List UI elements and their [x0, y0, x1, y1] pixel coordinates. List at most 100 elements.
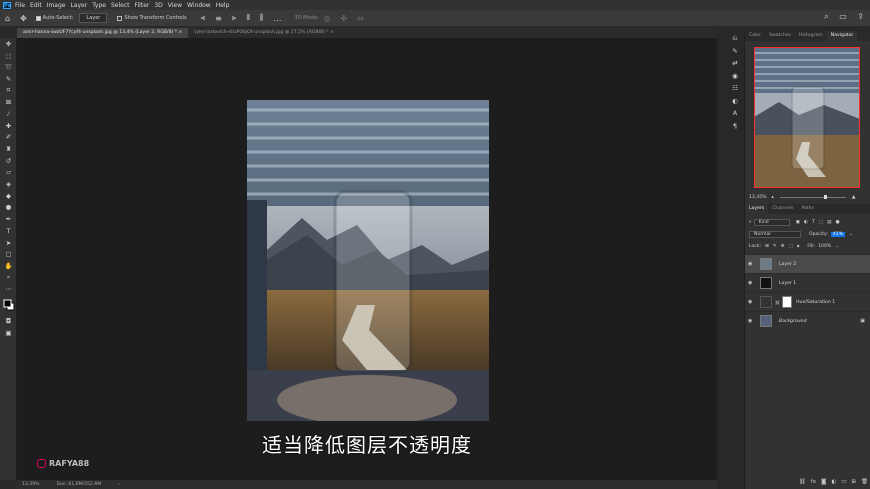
new-group-icon[interactable]: ▭ [841, 479, 846, 485]
tab-histogram[interactable]: Histogram [795, 31, 827, 41]
eyedropper-tool-icon[interactable]: ⁄ [0, 108, 17, 120]
tab-document-2[interactable]: tyler-lastovich-ehzPObjOt-unsplash.jpg @… [188, 28, 340, 38]
history-panel-icon[interactable]: ⎌ [727, 32, 743, 45]
tab-layers[interactable]: Layers [745, 204, 769, 214]
lock-position-icon[interactable]: ✥ [781, 244, 785, 249]
more-options-icon[interactable]: … [274, 14, 282, 23]
marquee-tool-icon[interactable]: ⬚ [0, 50, 17, 62]
paint-bucket-tool-icon[interactable]: ◈ [0, 178, 17, 190]
zoom-slider[interactable] [779, 194, 846, 199]
show-transform-checkbox[interactable] [117, 15, 123, 21]
color-swatches-icon[interactable] [0, 295, 17, 315]
type-tool-icon[interactable]: T [0, 225, 17, 237]
healing-brush-tool-icon[interactable]: ✚ [0, 120, 17, 132]
tab-document-1[interactable]: amir-hanna-swzUF7Ycyf4-unsplash.jpg @ 13… [17, 28, 189, 38]
layer-row-hue-saturation[interactable]: ◉ ⛓ Hue/Saturation 1 [745, 292, 870, 311]
history-brush-tool-icon[interactable]: ↺ [0, 155, 17, 167]
auto-select-dropdown[interactable]: Layer [79, 13, 108, 23]
brush-tool-icon[interactable]: ✐ [0, 132, 17, 144]
lock-all-icon[interactable]: 🔒︎ [797, 243, 799, 249]
zoom-tool-icon[interactable]: ⌕ [0, 272, 17, 284]
crop-tool-icon[interactable]: ⌗ [0, 85, 17, 97]
layer-mask-thumbnail[interactable] [782, 296, 793, 308]
quick-select-tool-icon[interactable]: ✎ [0, 73, 17, 85]
menu-3d[interactable]: 3D [154, 2, 162, 9]
frame-tool-icon[interactable]: ⊠ [0, 96, 17, 108]
tab-color[interactable]: Color [745, 31, 765, 41]
layer-name[interactable]: Background [779, 319, 807, 324]
navigator-view-box[interactable] [754, 47, 860, 188]
foreground-background-icon[interactable] [3, 299, 15, 311]
distribute-vertical-icon[interactable]: ⫼ [260, 13, 264, 23]
align-right-icon[interactable]: ⫸ [232, 13, 237, 23]
navigator-zoom-value[interactable]: 13,35% [749, 195, 767, 200]
visibility-eye-icon[interactable]: ◉ [748, 299, 754, 305]
kind-filter-dropdown[interactable]: Kind [753, 218, 790, 226]
navigator-preview[interactable] [754, 47, 860, 188]
menu-select[interactable]: Select [111, 2, 130, 9]
move-tool-icon[interactable]: ✥ [20, 14, 27, 23]
filter-adjustment-icon[interactable]: ◐ [804, 220, 808, 225]
eraser-tool-icon[interactable]: ▱ [0, 167, 17, 179]
3d-slide-icon[interactable]: ⇔ [357, 14, 364, 23]
align-left-icon[interactable]: ⫷ [201, 13, 206, 23]
layer-name[interactable]: Hue/Saturation 1 [796, 300, 835, 305]
clone-stamp-tool-icon[interactable]: ♜ [0, 143, 17, 155]
lock-image-icon[interactable]: ✎ [773, 244, 777, 249]
fill-input[interactable]: 100% [818, 244, 831, 249]
visibility-eye-icon[interactable]: ◉ [748, 280, 754, 286]
layer-name[interactable]: Layer 1 [779, 281, 796, 286]
opacity-input[interactable]: 41% [830, 231, 846, 237]
quick-mask-icon[interactable]: ◘ [0, 315, 17, 327]
new-layer-icon[interactable]: ⊞ [851, 479, 856, 485]
pen-tool-icon[interactable]: ✒ [0, 213, 17, 225]
more-tools-icon[interactable]: ⋯ [0, 283, 17, 295]
align-center-icon[interactable]: ≡ [215, 14, 222, 23]
canvas-area[interactable]: 适当降低图层不透明度 RAFYA88 [17, 38, 717, 480]
add-mask-icon[interactable]: ◙ [821, 479, 826, 485]
shape-tool-icon[interactable]: ▢ [0, 248, 17, 260]
status-arrow-icon[interactable]: › [118, 482, 120, 487]
character-panel-icon[interactable]: A [727, 107, 743, 120]
document-canvas[interactable] [247, 100, 489, 421]
fill-dropdown-icon[interactable]: ⌄ [835, 244, 839, 249]
zoom-out-icon[interactable]: ▴ [772, 195, 774, 200]
layer-row-background[interactable]: ◉ Background ▣ [745, 311, 870, 330]
dodge-tool-icon[interactable]: ● [0, 202, 17, 214]
visibility-eye-icon[interactable]: ◉ [748, 261, 754, 267]
tab-channels[interactable]: Channels [768, 204, 797, 214]
libraries-panel-icon[interactable]: ◐ [727, 95, 743, 108]
brush-settings-icon[interactable]: ✎ [727, 45, 743, 58]
new-adjustment-icon[interactable]: ◐ [831, 479, 836, 485]
filter-smart-object-icon[interactable]: ▤ [827, 220, 831, 225]
menu-view[interactable]: View [168, 2, 182, 9]
opacity-dropdown-icon[interactable]: ⌄ [849, 232, 853, 237]
zoom-in-icon[interactable]: ▲ [852, 195, 856, 200]
menu-window[interactable]: Window [187, 2, 211, 9]
search-icon[interactable]: ⌕ [824, 12, 828, 21]
delete-layer-icon[interactable]: 🗑︎ [861, 479, 868, 485]
menu-image[interactable]: Image [47, 2, 66, 9]
hand-tool-icon[interactable]: ✋ [0, 260, 17, 272]
photoshop-logo-icon[interactable]: Ps [3, 1, 11, 9]
tab-paths[interactable]: Paths [797, 204, 818, 214]
menu-file[interactable]: File [15, 2, 25, 9]
home-icon[interactable]: ⌂ [5, 14, 10, 23]
3d-orbit-icon[interactable]: ◎ [323, 14, 330, 23]
lock-icon[interactable]: ▣ [860, 318, 865, 324]
menu-layer[interactable]: Layer [70, 2, 87, 9]
lasso-tool-icon[interactable]: ➰ [0, 61, 17, 73]
link-layers-icon[interactable]: ⛓ [799, 479, 806, 485]
move-tool-icon[interactable]: ✥ [0, 38, 17, 50]
screen-mode-icon[interactable]: ▣ [0, 327, 17, 339]
auto-select-checkbox[interactable] [35, 15, 41, 21]
filter-shape-icon[interactable]: ⬚ [819, 220, 823, 225]
lock-transparent-icon[interactable]: ⊞ [765, 244, 769, 249]
lock-artboard-icon[interactable]: ⬚ [789, 244, 793, 249]
properties-panel-icon[interactable]: ☷ [727, 82, 743, 95]
menu-edit[interactable]: Edit [30, 2, 42, 9]
3d-pan-icon[interactable]: ✣ [340, 14, 347, 23]
filter-toggle-icon[interactable]: ● [835, 220, 839, 225]
menu-filter[interactable]: Filter [135, 2, 150, 9]
zoom-level[interactable]: 13,39% [22, 482, 40, 487]
